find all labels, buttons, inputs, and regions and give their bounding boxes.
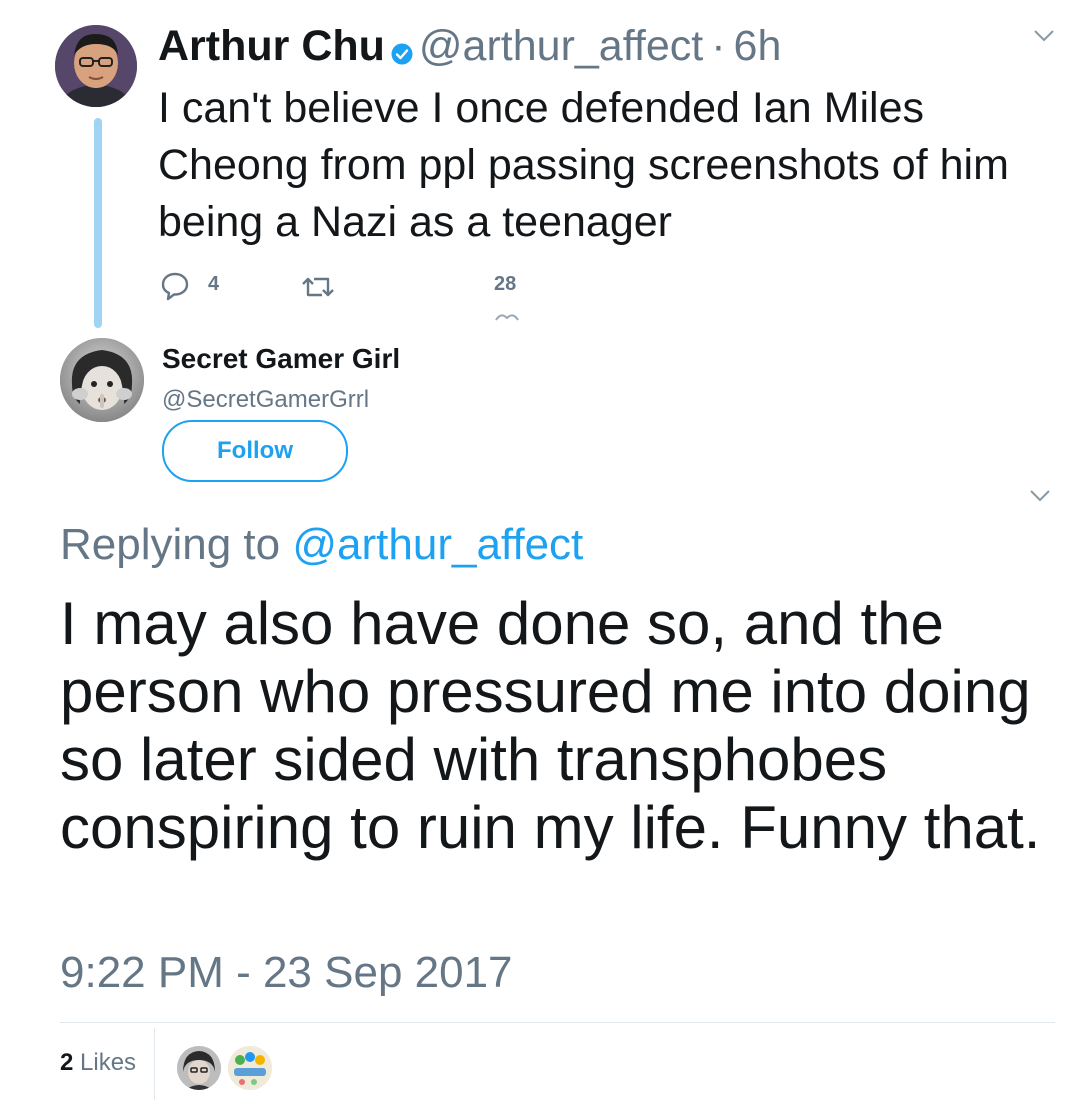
arthur-chu-avatar[interactable]: [55, 25, 137, 107]
replying-to-line: Replying to @arthur_affect: [60, 520, 583, 570]
reply-icon[interactable]: [160, 271, 190, 301]
divider: [60, 1022, 1055, 1023]
parent-tweet-time[interactable]: 6h: [734, 22, 782, 71]
reply-author-handle[interactable]: @SecretGamerGrrl: [162, 386, 369, 414]
reply-author-name[interactable]: Secret Gamer Girl: [162, 343, 400, 375]
heart-icon[interactable]: [494, 312, 520, 322]
likes-summary[interactable]: 2 Likes: [60, 1049, 136, 1077]
reply-tweet-date[interactable]: 9:22 PM - 23 Sep 2017: [60, 948, 513, 998]
parent-tweet-header: Arthur Chu @arthur_affect · 6h: [158, 22, 781, 71]
replying-to-prefix: Replying to: [60, 520, 281, 569]
chevron-down-icon[interactable]: [1032, 28, 1056, 44]
parent-tweet-text: I can't believe I once defended Ian Mile…: [158, 84, 1009, 246]
parent-author-name[interactable]: Arthur Chu: [158, 22, 385, 71]
like-count: 28: [494, 273, 517, 295]
retweet-icon[interactable]: [300, 273, 336, 301]
header-separator: ·: [711, 22, 726, 70]
likes-label: Likes: [80, 1049, 137, 1076]
chevron-down-icon[interactable]: [1028, 488, 1052, 504]
replying-to-mention[interactable]: @arthur_affect: [292, 520, 583, 569]
likes-separator: [154, 1028, 155, 1100]
reply-count: 4: [208, 273, 220, 295]
verified-badge-icon: [391, 43, 413, 64]
parent-author-handle[interactable]: @arthur_affect: [419, 22, 703, 71]
thread-connector-line: [94, 118, 102, 328]
follow-button[interactable]: Follow: [162, 420, 348, 482]
liker-avatar[interactable]: [177, 1046, 221, 1090]
reply-tweet-text: I may also have done so, and the person …: [60, 590, 1041, 861]
likes-count: 2: [60, 1049, 74, 1076]
liker-avatar[interactable]: [228, 1046, 272, 1090]
secret-gamer-girl-avatar[interactable]: [60, 338, 144, 422]
